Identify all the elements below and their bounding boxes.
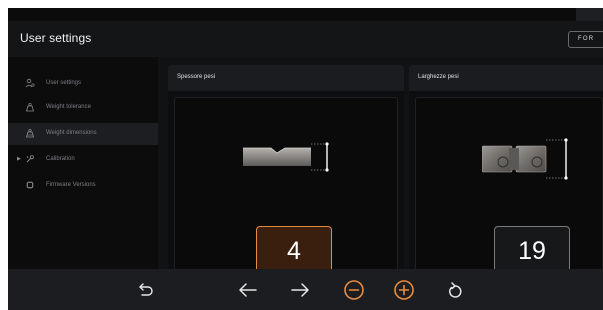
bottom-toolbar bbox=[8, 269, 603, 310]
calibration-icon bbox=[25, 154, 35, 164]
sidebar-item-weight-dimensions[interactable]: Weight dimensions bbox=[8, 123, 158, 145]
scale-icon bbox=[25, 102, 35, 112]
weight-width-panel: Larghezze pesi 19 bbox=[409, 65, 603, 274]
chevron-right-icon: ▶ bbox=[17, 156, 21, 162]
sidebar-item-label: Firmware Versions bbox=[46, 182, 96, 188]
arrow-left-icon bbox=[239, 283, 257, 297]
for-button[interactable]: FOR bbox=[568, 31, 603, 48]
panel-header: Spessore pesi bbox=[168, 65, 404, 91]
panel-content: 19 bbox=[415, 97, 603, 274]
weight-width-illustration bbox=[482, 138, 568, 180]
increase-button[interactable] bbox=[392, 278, 416, 302]
weight-thickness-illustration bbox=[243, 142, 329, 172]
sidebar-item-label: Weight dimensions bbox=[46, 130, 97, 136]
settings-screen: User settings FOR User settings Weight t… bbox=[8, 8, 603, 310]
top-status-strip bbox=[576, 8, 603, 21]
sidebar-item-weight-tolerance[interactable]: Weight tolerance bbox=[8, 97, 158, 119]
weight-thickness-panel: Spessore pesi 4 bbox=[168, 65, 404, 274]
undo-icon bbox=[139, 283, 153, 296]
minus-circle-icon bbox=[344, 280, 364, 300]
sidebar-item-label: Calibration bbox=[46, 156, 75, 162]
chip-icon bbox=[25, 180, 35, 190]
undo-button[interactable] bbox=[133, 278, 157, 302]
top-status-bar bbox=[8, 8, 603, 21]
user-settings-icon bbox=[25, 78, 35, 88]
panel-content: 4 bbox=[174, 97, 398, 274]
sidebar-item-firmware-versions[interactable]: Firmware Versions bbox=[8, 175, 158, 197]
plus-circle-icon bbox=[394, 280, 414, 300]
page-title: User settings bbox=[20, 31, 92, 45]
sidebar: User settings Weight tolerance Weight di… bbox=[8, 57, 158, 269]
panel-title: Larghezze pesi bbox=[418, 74, 459, 80]
sidebar-item-user-settings[interactable]: User settings bbox=[8, 73, 158, 95]
sidebar-item-label: User settings bbox=[46, 80, 82, 86]
width-value-field[interactable]: 19 bbox=[494, 226, 570, 274]
panel-title: Spessore pesi bbox=[177, 74, 216, 80]
reset-button[interactable] bbox=[443, 278, 467, 302]
previous-button[interactable] bbox=[236, 278, 260, 302]
thickness-value-field[interactable]: 4 bbox=[256, 226, 332, 274]
next-button[interactable] bbox=[288, 278, 312, 302]
panel-header: Larghezze pesi bbox=[409, 65, 603, 91]
scale-icon bbox=[25, 128, 35, 138]
arrow-right-icon bbox=[291, 283, 309, 297]
sidebar-item-label: Weight tolerance bbox=[46, 104, 91, 110]
decrease-button[interactable] bbox=[342, 278, 366, 302]
sidebar-item-calibration[interactable]: ▶ Calibration bbox=[8, 149, 158, 171]
header-bar: User settings FOR bbox=[8, 21, 603, 57]
reset-icon bbox=[449, 282, 462, 298]
